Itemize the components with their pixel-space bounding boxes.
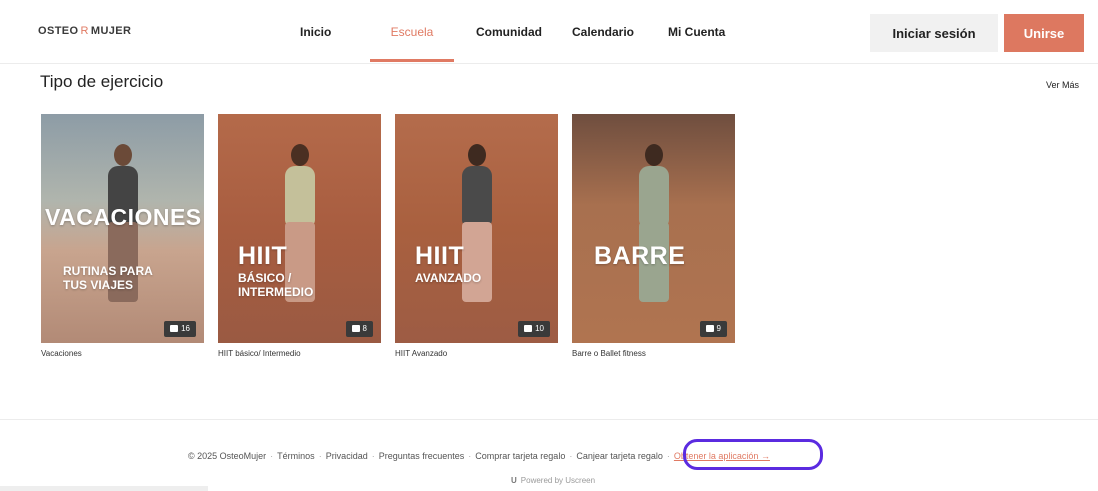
person-figure [467, 144, 486, 166]
nav-item-calendario[interactable]: Calendario [558, 0, 662, 64]
site-logo[interactable]: OSTEO R MUJER [38, 25, 131, 37]
video-count-badge: 8 [345, 321, 373, 337]
section-title: Tipo de ejercicio [40, 72, 164, 91]
separator: · [318, 451, 322, 461]
video-count-badge: 9 [699, 321, 727, 337]
footer-link-redeem-gift[interactable]: Canjear tarjeta regalo [576, 451, 663, 461]
video-icon [524, 325, 533, 332]
separator: · [468, 451, 472, 461]
footer-link-faq[interactable]: Preguntas frecuentes [379, 451, 465, 461]
card-overlay-subtitle: AVANZADO [415, 271, 482, 285]
nav-item-escuela[interactable]: Escuela [370, 0, 454, 62]
card-label[interactable]: HIIT básico/ Intermedio [218, 349, 301, 358]
powered-by[interactable]: U Powered by Uscreen [511, 476, 595, 485]
separator: · [569, 451, 573, 461]
footer-link-buy-gift[interactable]: Comprar tarjeta regalo [475, 451, 565, 461]
footer-link-privacy[interactable]: Privacidad [326, 451, 368, 461]
category-card-hiit-basico[interactable]: HIIT BÁSICO / INTERMEDIO 8 [218, 114, 381, 343]
footer-divider [0, 419, 1098, 420]
person-figure [644, 144, 663, 166]
separator: · [371, 451, 375, 461]
separator: · [666, 451, 670, 461]
person-figure [290, 144, 309, 166]
card-overlay-title: VACACIONES [45, 204, 202, 230]
logo-text-right: MUJER [90, 25, 132, 37]
card-overlay-title: BARRE [594, 242, 686, 270]
category-card-barre[interactable]: BARRE 9 [572, 114, 735, 343]
category-card-vacaciones[interactable]: VACACIONES RUTINAS PARA TUS VIAJES 16 [41, 114, 204, 343]
category-card-hiit-avanzado[interactable]: HIIT AVANZADO 10 [395, 114, 558, 343]
highlight-annotation [683, 439, 823, 470]
card-overlay-subtitle: BÁSICO / [238, 271, 292, 285]
see-more-link[interactable]: Ver Más [1046, 80, 1079, 90]
card-label[interactable]: Vacaciones [41, 349, 82, 358]
video-icon [705, 325, 714, 332]
card-overlay-subtitle: RUTINAS PARA [63, 264, 153, 278]
nav-item-inicio[interactable]: Inicio [300, 0, 370, 64]
card-label[interactable]: HIIT Avanzado [395, 349, 447, 358]
site-header: OSTEO R MUJER Inicio Escuela Comunidad Cal… [0, 0, 1098, 64]
video-icon [170, 325, 179, 332]
person-figure [113, 144, 132, 166]
horizontal-scrollbar[interactable] [0, 486, 208, 491]
video-count-badge: 16 [164, 321, 196, 337]
nav-item-mi-cuenta[interactable]: Mi Cuenta [662, 0, 762, 64]
card-overlay-subtitle-2: INTERMEDIO [238, 285, 314, 299]
logo-mark: R [80, 25, 89, 37]
join-button[interactable]: Unirse [1004, 14, 1084, 52]
card-overlay-subtitle-2: TUS VIAJES [63, 278, 134, 292]
logo-text-left: OSTEO [38, 25, 79, 37]
uscreen-icon: U [511, 476, 517, 485]
login-button[interactable]: Iniciar sesión [870, 14, 998, 52]
footer-link-terms[interactable]: Términos [277, 451, 315, 461]
video-count-badge: 10 [518, 321, 550, 337]
copyright: © 2025 OsteoMujer [188, 451, 267, 461]
card-overlay-title: HIIT [415, 242, 465, 270]
nav-item-comunidad[interactable]: Comunidad [454, 0, 558, 64]
card-overlay-title: HIIT [238, 242, 288, 270]
card-label[interactable]: Barre o Ballet fitness [572, 349, 646, 358]
main-nav: Inicio Escuela Comunidad Calendario Mi C… [300, 0, 762, 64]
video-icon [351, 325, 360, 332]
separator: · [270, 451, 274, 461]
